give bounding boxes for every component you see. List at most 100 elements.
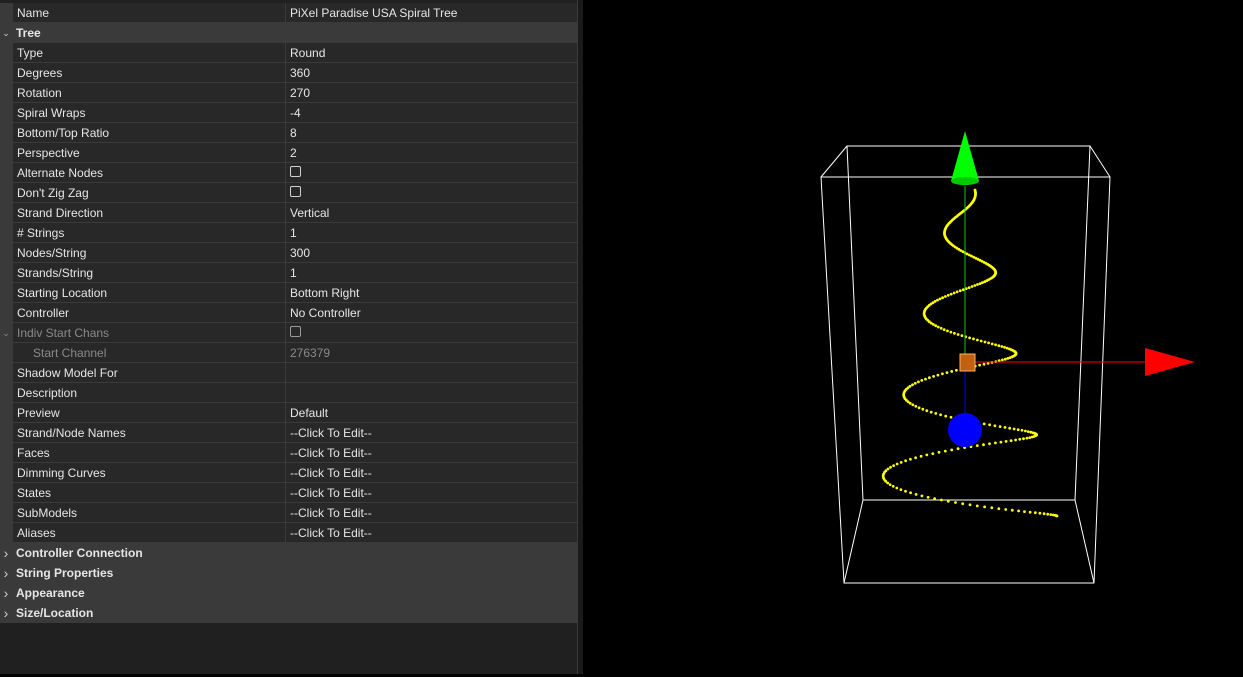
property-row-shadow-model-for[interactable]: Shadow Model For — [0, 363, 577, 383]
property-value[interactable]: Vertical — [290, 203, 577, 223]
property-name: Degrees — [17, 66, 63, 80]
property-name: Bottom/Top Ratio — [17, 126, 110, 140]
property-value[interactable]: Default — [290, 403, 577, 423]
property-row-strings[interactable]: # Strings 1 — [0, 223, 577, 243]
spiral-node — [944, 414, 948, 418]
property-value[interactable]: 300 — [290, 243, 577, 263]
spiral-node — [968, 503, 972, 507]
spiral-node — [983, 505, 986, 509]
property-row-rotation[interactable]: Rotation 270 — [0, 83, 577, 103]
property-row-states[interactable]: States --Click To Edit-- — [0, 483, 577, 503]
property-row-name[interactable]: Name PiXel Paradise USA Spiral Tree — [0, 3, 577, 23]
spiral-node — [955, 368, 958, 372]
property-checkbox[interactable] — [290, 183, 577, 203]
chevron-down-icon[interactable]: ⌄ — [0, 323, 12, 343]
column-divider — [285, 363, 286, 383]
spiral-node — [920, 379, 924, 382]
property-value[interactable]: 270 — [290, 83, 577, 103]
model-3d-canvas[interactable] — [583, 0, 1243, 674]
property-row-strands-string[interactable]: Strands/String 1 — [0, 263, 577, 283]
property-row-bottom-top-ratio[interactable]: Bottom/Top Ratio 8 — [0, 123, 577, 143]
property-row-starting-location[interactable]: Starting Location Bottom Right — [0, 283, 577, 303]
property-row-preview[interactable]: Preview Default — [0, 403, 577, 423]
spiral-node — [999, 440, 1003, 444]
category-appearance[interactable]: › Appearance — [0, 583, 577, 603]
property-value[interactable]: --Click To Edit-- — [290, 503, 577, 523]
property-value[interactable]: --Click To Edit-- — [290, 523, 577, 543]
property-value[interactable]: 8 — [290, 123, 577, 143]
property-value[interactable]: Bottom Right — [290, 283, 577, 303]
property-value[interactable]: 2 — [290, 143, 577, 163]
property-value[interactable]: -4 — [290, 103, 577, 123]
property-row-submodels[interactable]: SubModels --Click To Edit-- — [0, 503, 577, 523]
spiral-node — [956, 333, 960, 336]
spiral-node — [1024, 429, 1027, 433]
row-gutter — [0, 463, 13, 483]
property-name: Faces — [17, 446, 50, 460]
spiral-node — [942, 328, 946, 331]
property-row-strand-node-names[interactable]: Strand/Node Names --Click To Edit-- — [0, 423, 577, 443]
property-value[interactable]: --Click To Edit-- — [290, 483, 577, 503]
spiral-node — [998, 425, 1002, 428]
property-value[interactable] — [290, 363, 577, 383]
property-value[interactable]: 360 — [290, 63, 577, 83]
property-value[interactable]: 1 — [290, 223, 577, 243]
property-row-strand-direction[interactable]: Strand Direction Vertical — [0, 203, 577, 223]
spiral-node — [1042, 512, 1046, 516]
property-row-aliases[interactable]: Aliases --Click To Edit-- — [0, 523, 577, 543]
row-gutter — [0, 243, 13, 263]
spiral-node — [933, 300, 937, 303]
axis-handles[interactable] — [948, 131, 1195, 447]
property-row-spiral-wraps[interactable]: Spiral Wraps -4 — [0, 103, 577, 123]
chevron-down-icon[interactable]: ⌄ — [0, 23, 12, 43]
spiral-node — [941, 296, 944, 300]
category-controller-connection[interactable]: › Controller Connection — [0, 543, 577, 563]
property-row-start-channel[interactable]: Start Channel 276379 — [0, 343, 577, 363]
property-value[interactable] — [290, 383, 577, 403]
property-row-type[interactable]: Type Round — [0, 43, 577, 63]
y-axis-arrow-icon[interactable] — [951, 131, 979, 181]
property-value[interactable]: 1 — [290, 263, 577, 283]
x-axis-arrow-icon[interactable] — [1145, 348, 1195, 376]
property-value[interactable]: PiXel Paradise USA Spiral Tree — [290, 3, 577, 23]
spiral-node — [940, 498, 943, 502]
checkbox-icon[interactable] — [290, 166, 301, 177]
property-value[interactable]: --Click To Edit-- — [290, 443, 577, 463]
property-value[interactable]: Round — [290, 43, 577, 63]
spiral-tree-nodes — [881, 188, 1059, 518]
chevron-right-icon[interactable]: › — [0, 603, 12, 623]
spiral-node — [937, 450, 941, 454]
category-string-properties[interactable]: › String Properties — [0, 563, 577, 583]
spiral-node — [1004, 440, 1008, 443]
property-row-faces[interactable]: Faces --Click To Edit-- — [0, 443, 577, 463]
property-row-alternate-nodes[interactable]: Alternate Nodes — [0, 163, 577, 183]
property-row-don-t-zig-zag[interactable]: Don't Zig Zag — [0, 183, 577, 203]
property-value[interactable]: No Controller — [290, 303, 577, 323]
model-3d-viewport[interactable] — [583, 0, 1243, 674]
spiral-node — [934, 324, 938, 328]
z-axis-sphere-icon[interactable] — [948, 413, 982, 447]
column-divider — [285, 443, 286, 463]
property-checkbox[interactable] — [290, 163, 577, 183]
property-value[interactable]: --Click To Edit-- — [290, 423, 577, 443]
checkbox-icon[interactable] — [290, 186, 301, 197]
chevron-right-icon[interactable]: › — [0, 563, 12, 583]
center-handle-icon[interactable] — [959, 353, 976, 372]
chevron-right-icon[interactable]: › — [0, 583, 12, 603]
property-row-indiv-start-chans[interactable]: ⌄ Indiv Start Chans — [0, 323, 577, 343]
chevron-right-icon[interactable]: › — [0, 543, 12, 563]
property-row-nodes-string[interactable]: Nodes/String 300 — [0, 243, 577, 263]
category-size-location[interactable]: › Size/Location — [0, 603, 577, 623]
property-row-perspective[interactable]: Perspective 2 — [0, 143, 577, 163]
column-divider — [285, 123, 286, 143]
column-divider — [285, 43, 286, 63]
property-row-degrees[interactable]: Degrees 360 — [0, 63, 577, 83]
property-row-dimming-curves[interactable]: Dimming Curves --Click To Edit-- — [0, 463, 577, 483]
category-label: String Properties — [16, 566, 114, 580]
spiral-node — [1033, 511, 1037, 515]
property-row-controller[interactable]: Controller No Controller — [0, 303, 577, 323]
category-tree[interactable]: ⌄ Tree — [0, 23, 577, 43]
property-row-description[interactable]: Description — [0, 383, 577, 403]
property-name: Name — [17, 6, 50, 20]
property-value[interactable]: --Click To Edit-- — [290, 463, 577, 483]
